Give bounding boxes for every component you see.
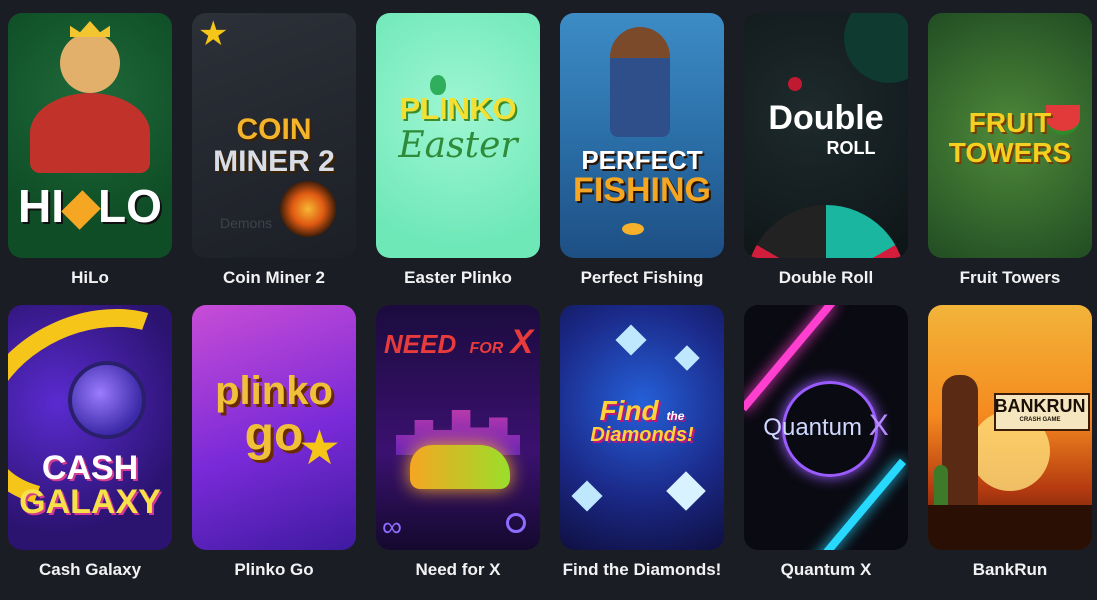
game-logo: COIN MINER 2 [213,113,335,178]
game-logo: BANKRUN CRASH GAME [994,396,1086,423]
queen-illustration [60,33,120,93]
decor-dot [788,77,802,91]
watermark-text: Demons [220,215,273,231]
game-title[interactable]: Need for X [376,560,540,580]
star-icon: ★ [198,15,229,53]
game-card-perfect-fishing[interactable]: PERFECT FISHING Perfect Fishing [560,13,724,288]
skull-bomb-icon [280,181,336,237]
game-card-double-roll[interactable]: Double ROLL Double Roll [744,13,908,288]
star-icon: ★ [298,422,342,475]
game-title[interactable]: Plinko Go [192,560,356,580]
game-card-bankrun[interactable]: BANKRUN CRASH GAME BankRun [928,305,1092,580]
game-card-coin-miner-2[interactable]: ★ COIN MINER 2 Demons Coin Miner 2 [192,13,356,288]
target-icon [506,513,526,533]
diamond-icon [674,345,700,371]
game-title[interactable]: Quantum X [744,560,908,580]
game-thumbnail[interactable]: ★ COIN MINER 2 Demons [192,13,356,258]
game-title[interactable]: Find the Diamonds! [560,560,724,580]
game-thumbnail[interactable]: HI LO [8,13,172,258]
game-title[interactable]: HiLo [8,268,172,288]
decor-circle [844,13,908,83]
game-card-quantum-x[interactable]: Quantum X Quantum X [744,305,908,580]
game-thumbnail[interactable]: NEED FOR X ∞ [376,305,540,550]
game-card-need-for-x[interactable]: NEED FOR X ∞ Need for X [376,305,540,580]
game-logo: PERFECT FISHING [573,145,711,209]
game-card-easter-plinko[interactable]: PLINKO Easter Easter Plinko [376,13,540,288]
game-thumbnail[interactable]: CASH GALAXY [8,305,172,550]
game-title[interactable]: Perfect Fishing [560,268,724,288]
game-thumbnail[interactable]: Quantum X [744,305,908,550]
race-car [410,445,510,489]
ground [928,505,1092,550]
game-grid: HI LO HiLo ★ COIN MINER 2 Demons Coin Min… [8,13,1092,580]
crown-icon [70,21,110,37]
diamond-icon [615,324,647,356]
game-title[interactable]: Double Roll [744,268,908,288]
infinity-icon: ∞ [382,511,402,542]
game-card-fruit-towers[interactable]: FRUIT TOWERS Fruit Towers [928,13,1092,288]
diamond-icon [571,480,603,512]
game-logo: Quantum X [763,409,889,442]
game-title[interactable]: Coin Miner 2 [192,268,356,288]
game-card-cash-galaxy[interactable]: CASH GALAXY Cash Galaxy [8,305,172,580]
game-logo: Double ROLL [768,99,884,158]
game-thumbnail[interactable]: FRUIT TOWERS [928,13,1092,258]
diamond-icon [666,471,706,511]
fish-icon [622,223,644,235]
game-thumbnail[interactable]: PERFECT FISHING [560,13,724,258]
game-thumbnail[interactable]: PLINKO Easter [376,13,540,258]
game-card-hilo[interactable]: HI LO HiLo [8,13,172,288]
fisherman-illustration [610,27,670,137]
game-logo: HI LO [18,180,162,232]
queen-robe [30,93,150,173]
game-thumbnail[interactable]: plinko go ★ [192,305,356,550]
game-card-plinko-go[interactable]: plinko go ★ Plinko Go [192,305,356,580]
game-thumbnail[interactable]: BANKRUN CRASH GAME [928,305,1092,550]
game-logo: FRUIT TOWERS [948,107,1072,168]
game-title[interactable]: Fruit Towers [928,268,1092,288]
game-logo: Find the Diamonds! [590,395,694,446]
game-thumbnail[interactable]: Double ROLL [744,13,908,258]
game-logo: PLINKO Easter [398,91,518,166]
game-thumbnail[interactable]: Find the Diamonds! [560,305,724,550]
game-title[interactable]: Easter Plinko [376,268,540,288]
game-logo: NEED FOR X [384,323,534,361]
game-logo: CASH GALAXY [19,449,161,521]
alien-character [68,361,146,439]
game-card-find-the-diamonds[interactable]: Find the Diamonds! Find the Diamonds! [560,305,724,580]
game-title[interactable]: Cash Galaxy [8,560,172,580]
game-title[interactable]: BankRun [928,560,1092,580]
roulette-wheel [746,205,906,258]
